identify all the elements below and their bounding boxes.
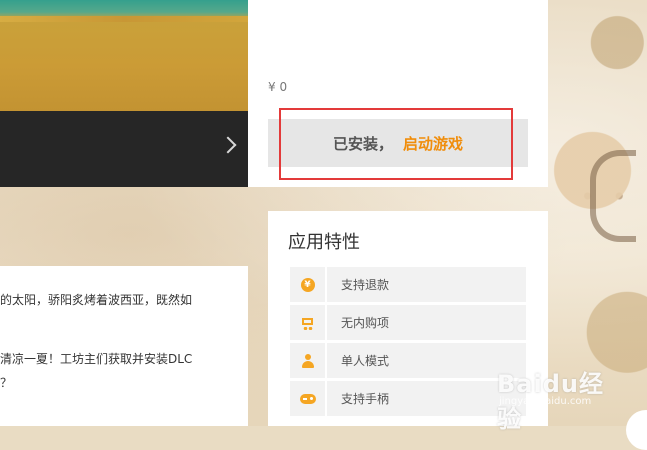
background-headset-illustration bbox=[590, 150, 636, 242]
refund-coin-icon: ¥ bbox=[300, 277, 315, 292]
app-features-panel: 应用特性 ¥ 支持退款 无内购项 单人模式 支持手柄 bbox=[268, 211, 548, 426]
no-purchase-cart-icon bbox=[300, 316, 316, 330]
feature-item-refund: ¥ 支持退款 bbox=[290, 267, 526, 302]
launch-game-button[interactable]: 已安装， 启动游戏 bbox=[268, 119, 528, 167]
feature-label: 无内购项 bbox=[341, 316, 390, 330]
feature-item-single-player: 单人模式 bbox=[290, 343, 526, 378]
feature-label: 支持退款 bbox=[341, 278, 390, 292]
description-line: ？ bbox=[0, 376, 13, 390]
features-title: 应用特性 bbox=[288, 232, 360, 253]
screenshot-carousel-bar bbox=[0, 111, 248, 187]
feature-label: 支持手柄 bbox=[341, 392, 390, 406]
gamepad-icon bbox=[299, 393, 316, 404]
feature-icon-box bbox=[290, 343, 327, 378]
feature-icon-box: ¥ bbox=[290, 267, 327, 302]
desert-horizon bbox=[0, 16, 248, 22]
purchase-panel: ¥ 0 已安装， 启动游戏 bbox=[248, 0, 548, 187]
game-description-panel: 的太阳，骄阳炙烤着波西亚，既然如 清凉一夏！工坊主们获取并安装DLC ？ bbox=[0, 266, 248, 426]
installed-status-text: 已安装， bbox=[332, 134, 393, 153]
price-label: ¥ 0 bbox=[268, 80, 288, 94]
feature-item-no-iap: 无内购项 bbox=[290, 305, 526, 340]
feature-label: 单人模式 bbox=[341, 354, 390, 368]
feature-icon-box bbox=[290, 305, 327, 340]
description-line: 的太阳，骄阳炙烤着波西亚，既然如 bbox=[0, 293, 193, 307]
description-line: 清凉一夏！工坊主们获取并安装DLC bbox=[0, 352, 193, 366]
feature-item-gamepad: 支持手柄 bbox=[290, 381, 526, 416]
single-player-icon bbox=[301, 353, 314, 368]
launch-game-label: 启动游戏 bbox=[403, 134, 464, 153]
game-screenshot[interactable] bbox=[0, 0, 248, 111]
feature-icon-box bbox=[290, 381, 327, 416]
chevron-right-icon[interactable] bbox=[219, 136, 237, 154]
